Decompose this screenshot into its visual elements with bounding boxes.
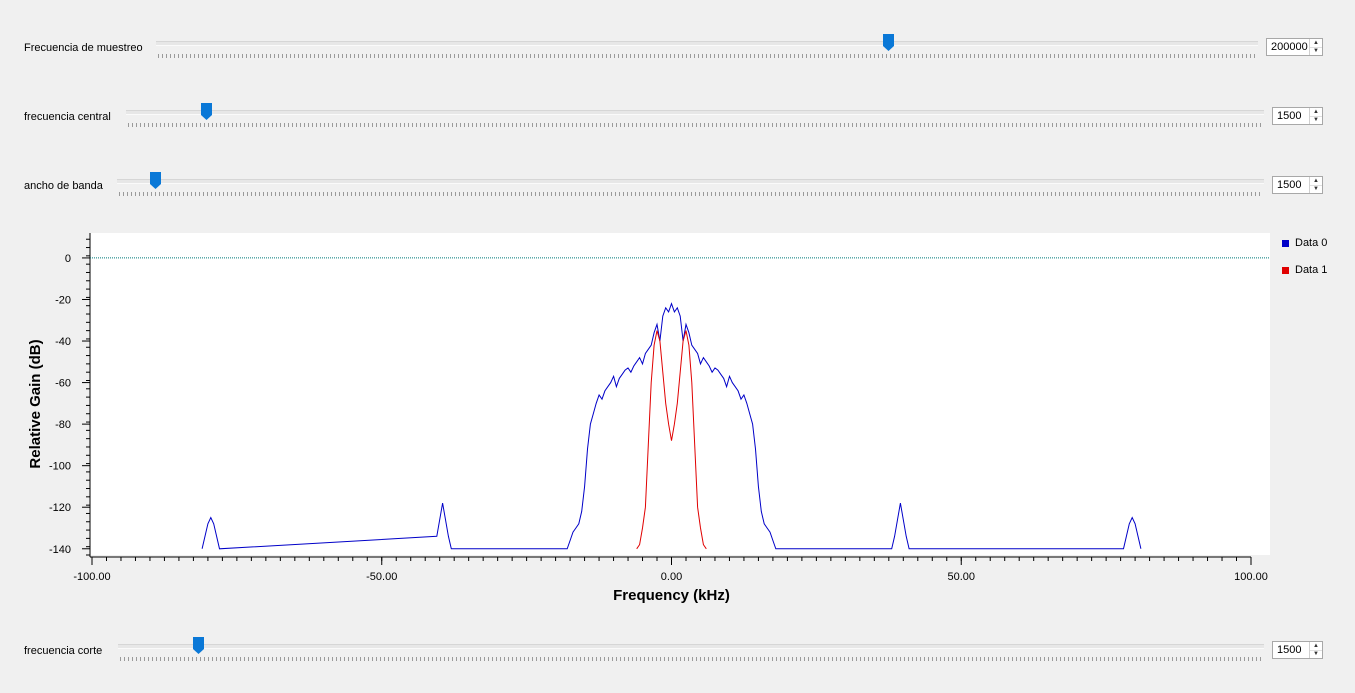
plot-canvas — [90, 233, 1270, 555]
cutoff-frequency-spinbox[interactable]: 1500 ▲ ▼ — [1272, 641, 1323, 659]
sample-rate-slider-track[interactable] — [156, 41, 1258, 46]
legend-item-data-0[interactable]: Data 0 — [1282, 237, 1327, 249]
y-tick-label: 0 — [65, 253, 71, 265]
slider-row-cutoff-frequency: frecuencia corte 1500 ▲ ▼ — [0, 633, 1355, 673]
y-tick-label: -60 — [55, 378, 71, 390]
sample-rate-value: 200000 — [1271, 41, 1308, 53]
cutoff-frequency-slider-ticks — [120, 657, 1262, 661]
y-tick-label: -20 — [55, 294, 71, 306]
slider-row-sample-rate: Frecuencia de muestreo 200000 ▲ ▼ — [0, 30, 1355, 70]
y-tick-label: -40 — [55, 336, 71, 348]
sample-rate-label: Frecuencia de muestreo — [24, 42, 143, 54]
spin-buttons: ▲ ▼ — [1309, 39, 1322, 55]
center-frequency-value: 1500 — [1277, 110, 1302, 122]
center-frequency-slider-track[interactable] — [126, 110, 1264, 115]
slider-handle-icon[interactable] — [150, 172, 161, 189]
slider-row-center-frequency: frecuencia central 1500 ▲ ▼ — [0, 99, 1355, 139]
y-tick-label: -140 — [49, 544, 71, 556]
legend-label-data-1: Data 1 — [1295, 264, 1328, 276]
cutoff-frequency-slider-track[interactable] — [118, 644, 1264, 649]
center-frequency-spinbox[interactable]: 1500 ▲ ▼ — [1272, 107, 1323, 125]
slider-row-bandwidth: ancho de banda 1500 ▲ ▼ — [0, 168, 1355, 208]
cutoff-frequency-value: 1500 — [1277, 644, 1302, 656]
legend-swatch-data-0 — [1282, 239, 1289, 247]
bandwidth-slider-track[interactable] — [117, 179, 1264, 184]
slider-handle-icon[interactable] — [883, 34, 894, 51]
slider-handle-icon[interactable] — [201, 103, 212, 120]
y-tick-label: -80 — [55, 419, 71, 431]
bandwidth-slider-ticks — [119, 192, 1262, 196]
bandwidth-value: 1500 — [1277, 179, 1302, 191]
x-tick-label: 50.00 — [947, 571, 975, 583]
spin-down-icon[interactable]: ▼ — [1310, 47, 1322, 55]
spin-buttons: ▲ ▼ — [1309, 642, 1322, 658]
y-tick-label: -120 — [49, 502, 71, 514]
center-frequency-slider-ticks — [128, 123, 1262, 127]
spin-down-icon[interactable]: ▼ — [1310, 650, 1322, 658]
sample-rate-slider-ticks — [158, 54, 1256, 58]
spin-down-icon[interactable]: ▼ — [1310, 116, 1322, 124]
frequency-response-plot[interactable]: 0 -20 -40 -60 -80 -100 -120 -140 -100.00 -50.00 0.… — [0, 225, 1355, 610]
spin-buttons: ▲ ▼ — [1309, 108, 1322, 124]
cutoff-frequency-label: frecuencia corte — [24, 645, 103, 657]
sample-rate-spinbox[interactable]: 200000 ▲ ▼ — [1266, 38, 1323, 56]
x-tick-label: 100.00 — [1234, 571, 1268, 583]
bandwidth-label: ancho de banda — [24, 180, 103, 192]
x-tick-label: 0.00 — [661, 571, 682, 583]
y-axis-title: Relative Gain (dB) — [27, 339, 44, 468]
x-tick-label: -100.00 — [73, 571, 110, 583]
legend-swatch-data-1 — [1282, 266, 1289, 274]
x-tick-label: -50.00 — [366, 571, 397, 583]
center-frequency-label: frecuencia central — [24, 111, 111, 123]
spin-buttons: ▲ ▼ — [1309, 177, 1322, 193]
y-tick-label: -100 — [49, 461, 71, 473]
legend-item-data-1[interactable]: Data 1 — [1282, 264, 1327, 276]
bandwidth-spinbox[interactable]: 1500 ▲ ▼ — [1272, 176, 1323, 194]
slider-handle-icon[interactable] — [193, 637, 204, 654]
legend-label-data-0: Data 0 — [1295, 237, 1328, 249]
x-axis-title: Frequency (kHz) — [613, 587, 730, 604]
spin-down-icon[interactable]: ▼ — [1310, 185, 1322, 193]
